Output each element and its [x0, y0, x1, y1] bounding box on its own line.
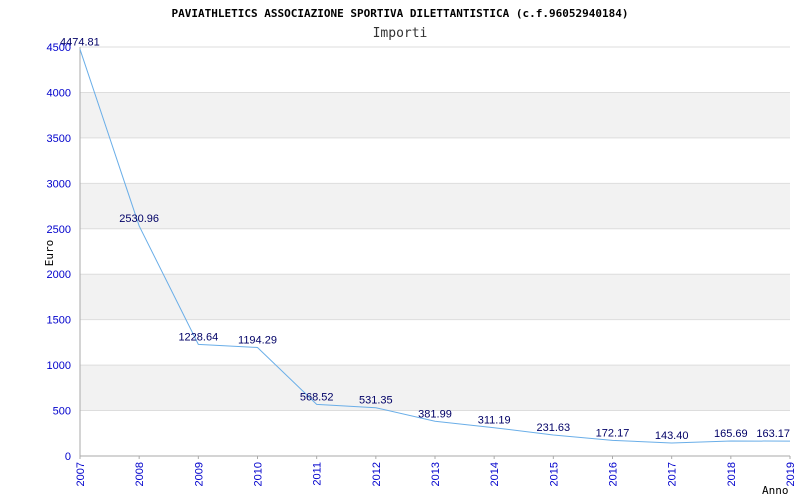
y-tick-label: 2500	[47, 224, 71, 236]
y-tick-label: 1000	[47, 360, 71, 372]
background-bands	[80, 92, 790, 411]
x-tick-label: 2015	[548, 462, 560, 486]
x-tick-label: 2012	[371, 462, 383, 486]
x-tick-label: 2009	[193, 462, 205, 486]
data-label: 568.52	[300, 391, 334, 403]
data-label: 163.17	[756, 428, 790, 440]
data-label: 531.35	[359, 395, 393, 407]
y-tick-label: 3500	[47, 133, 71, 145]
x-tick-label: 2018	[726, 462, 738, 486]
data-label: 4474.81	[60, 36, 100, 48]
x-axis-ticks: 2007 2008 2009 2010 2011 2012 2013 2014 2015 2016…	[75, 456, 797, 486]
data-label: 172.17	[596, 427, 630, 439]
x-tick-label: 2010	[253, 462, 265, 486]
y-tick-label: 3000	[47, 178, 71, 190]
y-tick-label: 0	[65, 451, 71, 463]
x-tick-label: 2007	[75, 462, 87, 486]
x-tick-label: 2014	[489, 462, 501, 486]
y-tick-label: 500	[53, 406, 71, 418]
x-tick-label: 2013	[430, 462, 442, 486]
x-tick-label: 2008	[134, 462, 146, 486]
y-tick-label: 2000	[47, 269, 71, 281]
background-band	[80, 183, 790, 229]
data-label: 231.63	[537, 422, 571, 434]
y-tick-label: 4000	[47, 87, 71, 99]
x-tick-label: 2017	[667, 462, 679, 486]
data-label: 1228.64	[178, 331, 218, 343]
background-band	[80, 274, 790, 320]
background-band	[80, 365, 790, 411]
data-label: 165.69	[714, 428, 748, 440]
y-axis-label: Euro	[43, 240, 56, 267]
x-axis-label: Anno	[762, 484, 789, 497]
chart-subtitle: Importi	[373, 26, 428, 41]
x-tick-label: 2019	[785, 462, 797, 486]
data-label: 311.19	[478, 415, 511, 427]
x-tick-label: 2016	[608, 462, 620, 486]
data-label: 1194.29	[238, 334, 277, 346]
background-band	[80, 92, 790, 138]
y-tick-label: 1500	[47, 315, 71, 327]
line-chart: 050010001500200025003000350040004500 200…	[43, 7, 797, 497]
x-tick-label: 2011	[312, 462, 324, 486]
data-label: 2530.96	[119, 213, 159, 225]
chart-title: PAVIATHLETICS ASSOCIAZIONE SPORTIVA DILE…	[172, 7, 629, 20]
data-label: 381.99	[418, 408, 452, 420]
data-label: 143.40	[655, 430, 689, 442]
